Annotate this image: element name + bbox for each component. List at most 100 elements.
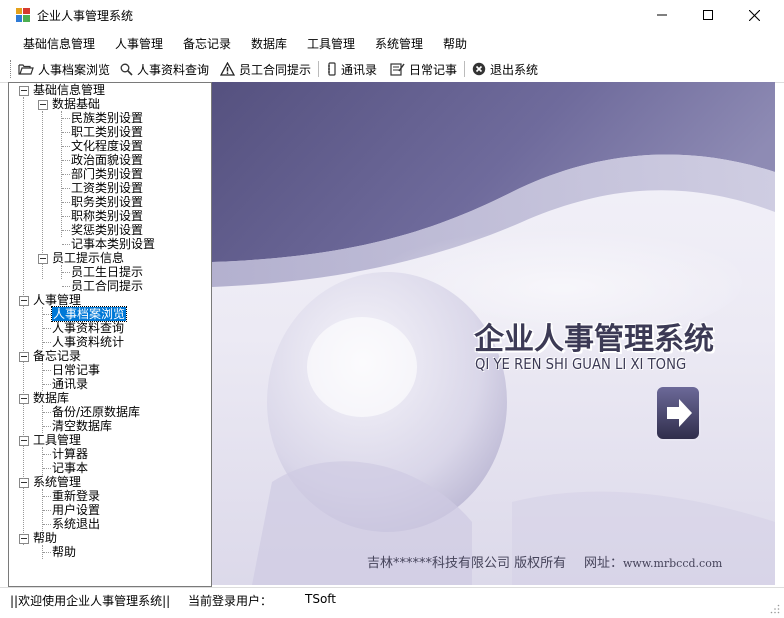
toolbar-contacts-button[interactable]: 通讯录 xyxy=(327,60,377,78)
menu-help[interactable]: 帮助 xyxy=(443,35,467,52)
tree-node-political[interactable]: 政治面貌设置 xyxy=(71,153,143,167)
app-icon xyxy=(16,8,30,22)
tree-connector xyxy=(43,370,51,371)
tree-node-help[interactable]: 帮助 xyxy=(33,531,57,545)
tree-connector xyxy=(43,552,51,553)
tree-connector xyxy=(62,146,70,147)
website-url[interactable]: www.mrbccd.com xyxy=(623,557,722,570)
collapse-icon[interactable] xyxy=(38,100,48,110)
website-label: 网址： xyxy=(584,556,624,571)
collapse-icon[interactable] xyxy=(19,534,29,544)
tree-node-data-basics[interactable]: 数据基础 xyxy=(52,97,100,111)
tree-node-salary[interactable]: 工资类别设置 xyxy=(71,181,143,195)
toolbar-contacts-label: 通讯录 xyxy=(341,62,378,77)
tree-connector xyxy=(62,244,70,245)
toolbar-grip[interactable] xyxy=(10,60,13,78)
enter-button[interactable] xyxy=(655,385,703,442)
tree-connector xyxy=(62,216,70,217)
tree-node-system-exit[interactable]: 系统退出 xyxy=(52,517,100,531)
tree-node-notepad[interactable]: 记事本 xyxy=(52,461,88,475)
tree-node-tools[interactable]: 工具管理 xyxy=(33,433,81,447)
tree-node-staff-type[interactable]: 职工类别设置 xyxy=(71,125,143,139)
tree-node-calculator[interactable]: 计算器 xyxy=(52,447,88,461)
tree-connector xyxy=(43,412,51,413)
tree-connector xyxy=(43,510,51,511)
toolbar: 人事档案浏览 人事资料查询 员工合同提示 通讯录 日常记事 退出系统 xyxy=(0,56,784,83)
tree-node-contacts[interactable]: 通讯录 xyxy=(52,377,88,391)
menu-database[interactable]: 数据库 xyxy=(251,35,287,52)
tree-connector xyxy=(62,272,70,273)
menu-system[interactable]: 系统管理 xyxy=(375,35,423,52)
toolbar-contract-reminder-button[interactable]: 员工合同提示 xyxy=(220,60,311,78)
tree-node-relogin[interactable]: 重新登录 xyxy=(52,489,100,503)
website-text: 网址：www.mrbccd.com xyxy=(584,552,722,571)
tree-connector xyxy=(43,342,51,343)
navigation-tree[interactable]: 基础信息管理 数据基础 民族类别设置 职工类别设置 文化程度设置 政治面貌设置 … xyxy=(8,82,212,587)
status-user-label: 当前登录用户： xyxy=(188,594,273,608)
status-welcome: ||欢迎使用企业人事管理系统|| xyxy=(10,594,171,608)
menu-basic-info[interactable]: 基础信息管理 xyxy=(23,35,95,52)
warning-icon xyxy=(220,62,235,76)
tree-node-birthday[interactable]: 员工生日提示 xyxy=(71,265,143,279)
collapse-icon[interactable] xyxy=(19,86,29,96)
tree-node-reward[interactable]: 奖惩类别设置 xyxy=(71,223,143,237)
tree-node-system[interactable]: 系统管理 xyxy=(33,475,81,489)
toolbar-daily-notes-button[interactable]: 日常记事 xyxy=(390,60,457,78)
tree-connector xyxy=(42,363,43,391)
collapse-icon[interactable] xyxy=(19,394,29,404)
tree-node-database[interactable]: 数据库 xyxy=(33,391,69,405)
tree-connector xyxy=(62,160,70,161)
selected-node-label[interactable]: 人事档案浏览 xyxy=(50,306,128,322)
search-icon xyxy=(120,63,133,76)
tree-node-memo[interactable]: 备忘记录 xyxy=(33,349,81,363)
close-icon xyxy=(748,9,760,21)
tree-node-daily-notes[interactable]: 日常记事 xyxy=(52,363,100,377)
tree-connector xyxy=(42,405,43,433)
toolbar-separator xyxy=(318,61,319,77)
tree-node-employee-alerts[interactable]: 员工提示信息 xyxy=(52,251,124,265)
tree-connector xyxy=(62,118,70,119)
tree-node-education[interactable]: 文化程度设置 xyxy=(71,139,143,153)
toolbar-contract-reminder-label: 员工合同提示 xyxy=(239,62,312,77)
menu-personnel[interactable]: 人事管理 xyxy=(115,35,163,52)
tree-node-department[interactable]: 部门类别设置 xyxy=(71,167,143,181)
tree-connector xyxy=(62,132,70,133)
collapse-icon[interactable] xyxy=(19,478,29,488)
maximize-button[interactable] xyxy=(685,0,731,30)
collapse-icon[interactable] xyxy=(19,436,29,446)
toolbar-archive-browse-label: 人事档案浏览 xyxy=(38,62,111,77)
toolbar-archive-browse-button[interactable]: 人事档案浏览 xyxy=(18,60,110,78)
tree-node-backup[interactable]: 备份/还原数据库 xyxy=(52,405,140,419)
collapse-icon[interactable] xyxy=(19,352,29,362)
tree-node-statistics[interactable]: 人事资料统计 xyxy=(52,335,124,349)
tree-node-archive-browse[interactable]: 人事档案浏览 xyxy=(50,306,128,322)
toolbar-data-query-label: 人事资料查询 xyxy=(137,62,210,77)
tree-connector xyxy=(43,426,51,427)
tree-node-notebook-type[interactable]: 记事本类别设置 xyxy=(71,237,155,251)
resize-grip-icon[interactable] xyxy=(770,604,780,614)
tree-node-title-type[interactable]: 职称类别设置 xyxy=(71,209,143,223)
toolbar-daily-notes-label: 日常记事 xyxy=(409,62,458,77)
menu-bar: 基础信息管理 人事管理 备忘记录 数据库 工具管理 系统管理 帮助 xyxy=(0,30,784,56)
copyright-text: 吉林******科技有限公司 版权所有 xyxy=(367,556,567,571)
tree-node-data-query[interactable]: 人事资料查询 xyxy=(52,321,124,335)
tree-node-help-child[interactable]: 帮助 xyxy=(52,545,76,559)
arrow-right-icon xyxy=(655,385,701,441)
tree-node-personnel[interactable]: 人事管理 xyxy=(33,293,81,307)
minimize-button[interactable] xyxy=(639,0,685,30)
tree-node-duty[interactable]: 职务类别设置 xyxy=(71,195,143,209)
folder-open-icon xyxy=(18,64,34,75)
tree-node-contract[interactable]: 员工合同提示 xyxy=(71,279,143,293)
collapse-icon[interactable] xyxy=(38,254,48,264)
toolbar-data-query-button[interactable]: 人事资料查询 xyxy=(120,60,209,78)
menu-memo[interactable]: 备忘记录 xyxy=(183,35,231,52)
tree-node-basic-info[interactable]: 基础信息管理 xyxy=(33,83,105,97)
toolbar-exit-button[interactable]: 退出系统 xyxy=(472,60,538,78)
tree-connector xyxy=(42,447,43,475)
collapse-icon[interactable] xyxy=(19,296,29,306)
tree-node-clear-db[interactable]: 清空数据库 xyxy=(52,419,112,433)
tree-node-ethnic[interactable]: 民族类别设置 xyxy=(71,111,143,125)
menu-tools[interactable]: 工具管理 xyxy=(307,35,355,52)
tree-node-user-settings[interactable]: 用户设置 xyxy=(52,503,100,517)
close-button[interactable] xyxy=(731,0,777,30)
